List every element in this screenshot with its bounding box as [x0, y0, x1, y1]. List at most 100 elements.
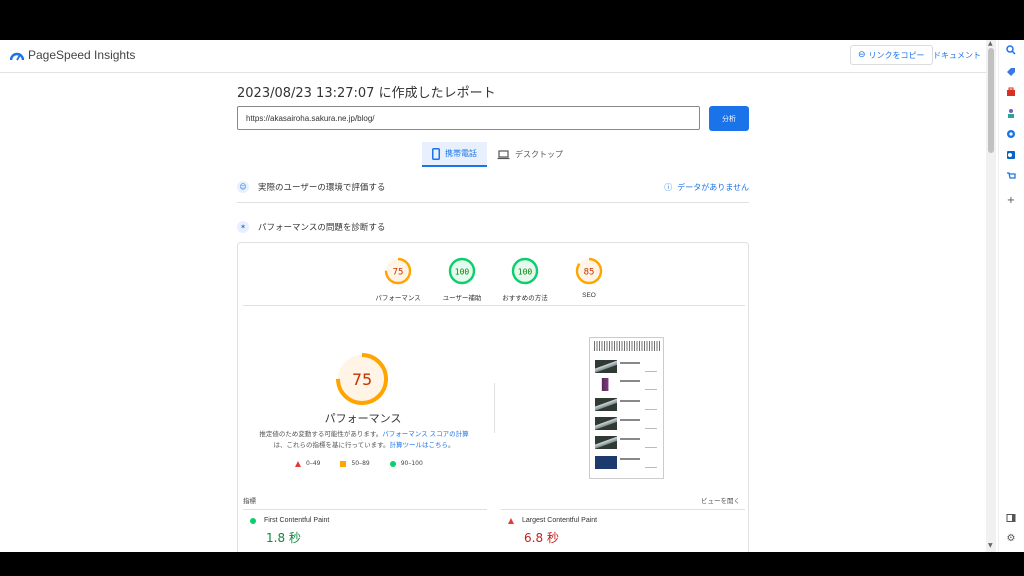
legend-pass: 90–100 — [389, 460, 423, 467]
tab-desktop-label: デスクトップ — [515, 150, 563, 159]
diagnose-header[interactable]: ✶ パフォーマンスの問題を診断する — [237, 221, 749, 233]
people-icon: ☺ — [237, 181, 249, 193]
view-toggle[interactable]: ビューを開く — [701, 495, 740, 505]
diagnose-label: パフォーマンスの問題を診断する — [258, 223, 386, 233]
page-scrollbar[interactable]: ▲ ▼ — [986, 40, 996, 552]
desc-text: 推定値のため変動する可能性があります。 — [259, 430, 383, 438]
metric-name: First Contentful Paint — [264, 517, 330, 524]
final-screenshot — [589, 337, 664, 479]
section-divider — [237, 202, 749, 203]
url-input[interactable] — [237, 106, 700, 130]
score-ring-icon: 75 — [384, 257, 412, 285]
link-icon: ⊖ — [858, 50, 866, 60]
copy-link-label: リンクをコピー — [868, 50, 925, 60]
metrics-heading: 指標 — [243, 497, 256, 505]
no-data-notice[interactable]: ⓘ データがありません — [664, 182, 749, 193]
app-title: PageSpeed Insights — [28, 48, 136, 62]
screenshot-header — [594, 341, 660, 351]
screenshot-post — [595, 436, 659, 450]
pass-circle-icon — [389, 460, 396, 467]
search-icon[interactable] — [1005, 44, 1017, 56]
browser-side-panel: + ⚙ — [998, 40, 1024, 552]
tag-icon[interactable] — [1005, 66, 1017, 78]
screenshot-post — [595, 378, 659, 392]
app-logo[interactable]: PageSpeed Insights — [10, 48, 135, 62]
performance-big-gauge: 75 — [336, 353, 388, 405]
lab-flask-icon: ✶ — [237, 221, 249, 233]
card-divider — [243, 305, 745, 306]
pagespeed-logo-icon — [10, 52, 24, 61]
legend-label: 0–49 — [306, 460, 321, 467]
briefcase-icon[interactable] — [1005, 86, 1017, 98]
desc-text: は、これらの指標を基に行っています。 — [273, 441, 390, 449]
gauge-score-text: 100 — [455, 268, 470, 277]
gauge-performance[interactable]: 75 パフォーマンス — [368, 257, 428, 302]
scroll-thumb[interactable] — [988, 48, 994, 153]
gauge-seo[interactable]: 85 SEO — [559, 257, 619, 299]
add-icon[interactable]: + — [1005, 194, 1017, 206]
pass-circle-icon — [250, 517, 256, 524]
settings-gear-icon[interactable]: ⚙ — [1005, 532, 1017, 544]
shopping-cart-icon[interactable] — [1005, 170, 1017, 182]
screenshot-post — [595, 417, 659, 431]
performance-description: 推定値のため変動する可能性があります。パフォーマンス スコアの計算 は、これらの… — [253, 429, 475, 451]
copy-link-button[interactable]: ⊖ リンクをコピー — [850, 45, 933, 65]
calculator-link[interactable]: 計算ツールはこちら — [390, 441, 449, 449]
info-icon: ⓘ — [664, 182, 673, 192]
tab-mobile[interactable]: 携帯電話 — [422, 142, 487, 167]
performance-score: 75 — [352, 370, 372, 389]
analyze-button[interactable]: 分析 — [709, 106, 749, 131]
device-tabs: 携帯電話 デスクトップ — [422, 142, 573, 167]
browser-viewport: PageSpeed Insights ⊖ リンクをコピー ドキュメント ▲ ▼ — [0, 40, 1024, 552]
person-icon[interactable] — [1005, 107, 1017, 119]
gauge-score-text: 75 — [393, 268, 404, 278]
metric-fcp: First Contentful Paint 1.8 秒 — [250, 517, 329, 546]
circle-app-icon[interactable] — [1005, 128, 1017, 140]
score-legend: 0–49 50–89 90–100 — [295, 460, 423, 467]
screenshot-post — [595, 360, 659, 374]
outlook-icon[interactable] — [1005, 149, 1017, 161]
performance-title: パフォーマンス — [324, 412, 402, 425]
top-bar: PageSpeed Insights ⊖ リンクをコピー ドキュメント — [0, 40, 994, 73]
gauge-accessibility[interactable]: 100 ユーザー補助 — [432, 257, 492, 302]
legend-label: 50–89 — [351, 460, 370, 467]
score-ring-icon: 100 — [511, 257, 539, 285]
gauge-score-text: 100 — [518, 268, 533, 277]
desc-text: 。 — [448, 441, 455, 449]
tab-desktop[interactable]: デスクトップ — [487, 142, 573, 167]
phone-icon — [432, 147, 440, 160]
scroll-down-icon[interactable]: ▼ — [988, 542, 993, 549]
vertical-divider — [494, 383, 495, 433]
gauge-best-practices[interactable]: 100 おすすめの方法 — [495, 257, 555, 302]
panel-toggle-icon[interactable] — [1005, 512, 1017, 524]
tab-mobile-label: 携帯電話 — [445, 149, 477, 158]
metric-value: 6.8 秒 — [524, 531, 559, 545]
gauge-label: ユーザー補助 — [442, 295, 482, 302]
gauge-label: おすすめの方法 — [502, 295, 548, 302]
legend-label: 90–100 — [400, 460, 423, 467]
fail-triangle-icon — [295, 460, 301, 467]
score-calc-link[interactable]: パフォーマンス スコアの計算 — [382, 430, 468, 438]
metric-name: Largest Contentful Paint — [522, 517, 598, 524]
screenshot-post — [595, 456, 659, 470]
average-square-icon — [340, 460, 347, 467]
lab-results-card: 75 パフォーマンス 100 ユーザー補助 100 おすすめの方法 85 SEO — [237, 242, 749, 552]
gauge-label: SEO — [582, 292, 596, 299]
score-ring-icon: 85 — [575, 257, 603, 285]
fail-triangle-icon — [508, 517, 514, 524]
score-ring-icon: 100 — [448, 257, 476, 285]
gauge-label: パフォーマンス — [375, 295, 421, 302]
field-data-label: 実際のユーザーの環境で評価する — [258, 183, 386, 193]
legend-average: 50–89 — [340, 460, 370, 467]
scroll-up-icon[interactable]: ▲ — [988, 40, 993, 47]
no-data-label: データがありません — [677, 182, 749, 192]
metric-divider — [243, 509, 487, 510]
metric-value: 1.8 秒 — [266, 531, 301, 545]
field-data-header[interactable]: ☺ 実際のユーザーの環境で評価する ⓘ データがありません — [237, 181, 749, 193]
docs-link[interactable]: ドキュメント — [933, 50, 981, 61]
gauge-score-text: 85 — [584, 268, 595, 278]
metric-divider — [501, 509, 745, 510]
metric-lcp: Largest Contentful Paint 6.8 秒 — [508, 517, 597, 546]
legend-fail: 0–49 — [295, 460, 320, 467]
report-title: 2023/08/23 13:27:07 に作成したレポート — [237, 86, 496, 101]
